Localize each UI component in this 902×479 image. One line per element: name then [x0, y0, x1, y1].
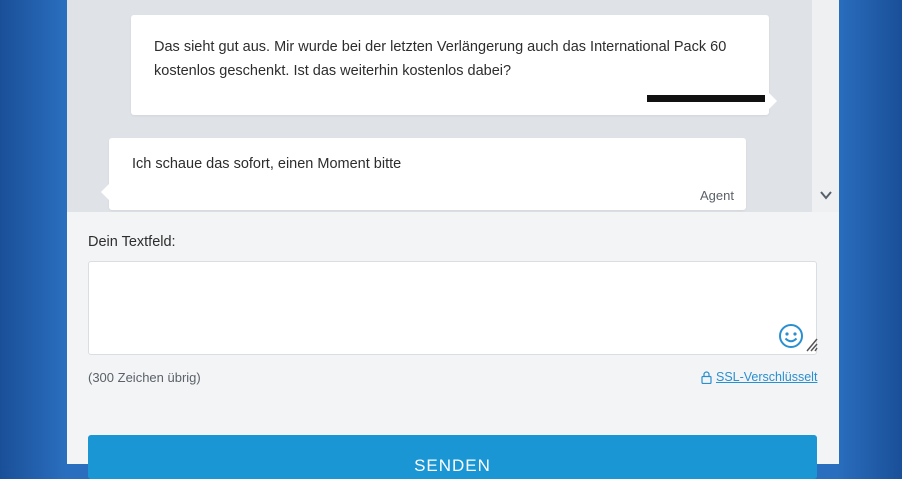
user-message-text: Das sieht gut aus. Mir wurde bei der let…: [154, 39, 727, 79]
chat-scrollbar[interactable]: [812, 0, 839, 212]
ssl-link[interactable]: SSL-Verschlüsselt: [701, 370, 817, 384]
chevron-down-icon[interactable]: [819, 188, 833, 202]
textfield-label: Dein Textfeld:: [88, 234, 176, 250]
agent-message-bubble: Ich schaue das sofort, einen Moment bitt…: [101, 138, 746, 210]
bubble-tail: [101, 184, 109, 200]
character-counter: (300 Zeichen übrig): [88, 370, 201, 385]
agent-message-text: Ich schaue das sofort, einen Moment bitt…: [132, 156, 402, 172]
ssl-label: SSL-Verschlüsselt: [716, 370, 818, 384]
agent-sender-label: Agent: [700, 188, 734, 203]
chat-panel: Das sieht gut aus. Mir wurde bei der let…: [67, 0, 839, 479]
redacted-sender-bar: [647, 95, 765, 102]
resize-grip-icon[interactable]: [804, 334, 818, 352]
lock-icon: [701, 370, 712, 384]
chat-history[interactable]: Das sieht gut aus. Mir wurde bei der let…: [67, 0, 839, 212]
bubble-tail: [769, 93, 777, 109]
user-message-bubble: Das sieht gut aus. Mir wurde bei der let…: [131, 15, 777, 115]
send-button[interactable]: SENDEN: [88, 435, 817, 479]
smiley-icon[interactable]: [778, 323, 806, 351]
message-input[interactable]: [88, 261, 817, 355]
